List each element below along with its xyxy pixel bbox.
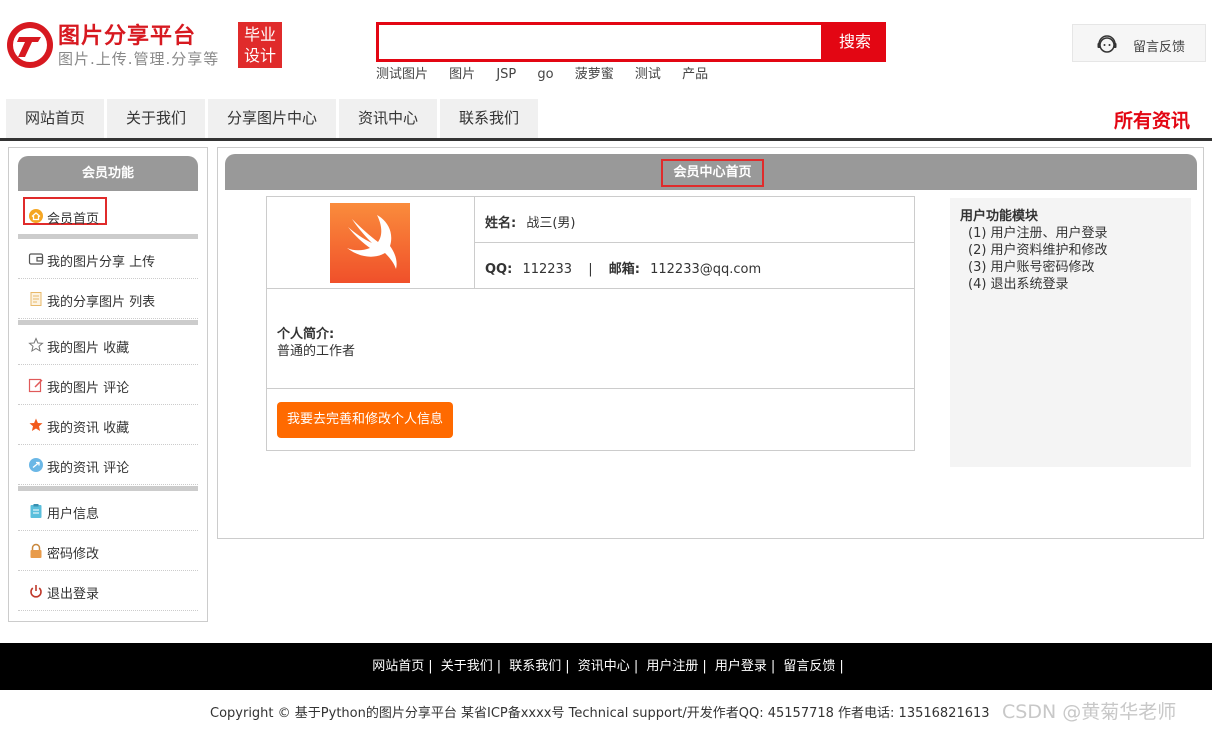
qq-label: QQ: bbox=[485, 262, 513, 277]
edit-icon bbox=[28, 378, 43, 393]
avatar bbox=[330, 203, 410, 283]
member-sidebar: 会员功能 会员首页 我的图片分享 上传 我的分享图片 列表 我的图片 收藏 我的… bbox=[8, 147, 208, 622]
sidebar-item-news-favorites[interactable]: 我的资讯 收藏 bbox=[18, 405, 198, 445]
all-news-link[interactable]: 所有资讯 bbox=[1114, 106, 1190, 133]
hot-word-link[interactable]: 菠萝蜜 bbox=[575, 67, 614, 82]
chat-icon bbox=[29, 458, 43, 472]
search-box bbox=[376, 22, 824, 62]
sidebar-item-image-list[interactable]: 我的分享图片 列表 bbox=[18, 279, 198, 319]
sidebar-item-label: 我的图片 收藏 bbox=[47, 341, 130, 356]
power-icon bbox=[30, 585, 42, 598]
module-item: (2) 用户资料维护和修改 bbox=[968, 243, 1108, 258]
panel-title: 会员中心首页 bbox=[661, 159, 764, 187]
sidebar-title: 会员功能 bbox=[18, 156, 198, 191]
badge-line-2: 设计 bbox=[243, 46, 276, 65]
sidebar-item-label: 密码修改 bbox=[47, 547, 100, 562]
intro-value: 普通的工作者 bbox=[277, 344, 356, 359]
hot-word-link[interactable]: JSP bbox=[496, 67, 516, 82]
hot-word-link[interactable]: 产品 bbox=[682, 67, 708, 82]
sidebar-item-logout[interactable]: 退出登录 bbox=[18, 571, 198, 611]
hot-word-link[interactable]: 测试 bbox=[635, 67, 661, 82]
card-divider bbox=[474, 242, 915, 243]
edit-profile-button[interactable]: 我要去完善和修改个人信息 bbox=[277, 402, 453, 438]
feedback-label: 留言反馈 bbox=[1133, 40, 1186, 55]
profile-card: 姓名: 战三(男) QQ: 112233 | 邮箱: 112233@qq.com… bbox=[266, 196, 915, 451]
modules-title: 用户功能模块 bbox=[960, 209, 1039, 224]
footer-link-feedback[interactable]: 留言反馈 bbox=[783, 659, 835, 674]
sidebar-item-label: 退出登录 bbox=[47, 587, 100, 602]
search-button[interactable]: 搜索 bbox=[824, 22, 886, 62]
logo-icon bbox=[7, 22, 53, 68]
sidebar-item-label: 我的图片 评论 bbox=[47, 381, 130, 396]
footer-nav: 网站首页 | 关于我们 | 联系我们 | 资讯中心 | 用户注册 | 用户登录 | 留言反馈… bbox=[0, 643, 1212, 690]
card-divider bbox=[267, 388, 915, 389]
document-icon bbox=[30, 292, 42, 306]
support-agent-icon bbox=[1097, 35, 1117, 53]
email-label: 邮箱: bbox=[608, 262, 640, 277]
sidebar-item-label: 我的分享图片 列表 bbox=[47, 295, 156, 310]
separator: | bbox=[588, 262, 593, 277]
nav-item-contact[interactable]: 联系我们 bbox=[440, 99, 538, 138]
star-filled-icon bbox=[29, 418, 43, 431]
member-center-panel: 会员中心首页 姓名: 战三(男) QQ: 112233 | 邮箱: 112233… bbox=[217, 147, 1204, 539]
sidebar-item-label: 用户信息 bbox=[47, 507, 100, 522]
sidebar-item-label: 我的资讯 评论 bbox=[47, 461, 130, 476]
sidebar-item-label: 我的资讯 收藏 bbox=[47, 421, 130, 436]
contact-row: QQ: 112233 | 邮箱: 112233@qq.com bbox=[485, 258, 761, 277]
footer-link-home[interactable]: 网站首页 bbox=[372, 659, 424, 674]
module-item: (4) 退出系统登录 bbox=[968, 277, 1069, 292]
qq-value: 112233 bbox=[522, 262, 573, 277]
nav-item-about[interactable]: 关于我们 bbox=[107, 99, 205, 138]
module-item: (3) 用户账号密码修改 bbox=[968, 260, 1095, 275]
sidebar-item-user-info[interactable]: 用户信息 bbox=[18, 491, 198, 531]
search-input[interactable] bbox=[379, 25, 821, 59]
email-value: 112233@qq.com bbox=[650, 262, 762, 277]
sidebar-item-news-comments[interactable]: 我的资讯 评论 bbox=[18, 445, 198, 485]
hot-word-link[interactable]: 测试图片 bbox=[376, 67, 428, 82]
sidebar-item-image-upload[interactable]: 我的图片分享 上传 bbox=[18, 239, 198, 279]
nav-item-news[interactable]: 资讯中心 bbox=[339, 99, 437, 138]
panel-header: 会员中心首页 bbox=[225, 154, 1197, 190]
copyright-text: Copyright © 基于Python的图片分享平台 某省ICP备xxxx号 … bbox=[210, 706, 990, 721]
footer-link-register[interactable]: 用户注册 bbox=[646, 659, 698, 674]
sidebar-item-label: 我的图片分享 上传 bbox=[47, 255, 156, 270]
home-icon bbox=[29, 209, 43, 223]
footer-link-contact[interactable]: 联系我们 bbox=[509, 659, 561, 674]
name-value: 战三(男) bbox=[526, 216, 576, 231]
sidebar-item-image-comments[interactable]: 我的图片 评论 bbox=[18, 365, 198, 405]
sidebar-item-member-home[interactable]: 会员首页 bbox=[18, 196, 198, 236]
name-label: 姓名: bbox=[485, 216, 517, 231]
sidebar-item-label: 会员首页 bbox=[47, 212, 100, 227]
module-item: (1) 用户注册、用户登录 bbox=[968, 226, 1108, 241]
hot-word-link[interactable]: 图片 bbox=[449, 67, 475, 82]
sidebar-item-image-favorites[interactable]: 我的图片 收藏 bbox=[18, 325, 198, 365]
star-outline-icon bbox=[28, 337, 44, 353]
graduation-badge: 毕业 设计 bbox=[238, 22, 282, 68]
wallet-icon bbox=[28, 253, 44, 265]
sidebar-item-password[interactable]: 密码修改 bbox=[18, 531, 198, 571]
hot-words: 测试图片 图片 JSP go 菠萝蜜 测试 产品 bbox=[376, 63, 725, 82]
function-modules-box: 用户功能模块 (1) 用户注册、用户登录 (2) 用户资料维护和修改 (3) 用… bbox=[950, 198, 1191, 467]
card-divider bbox=[267, 288, 915, 289]
footer-link-news[interactable]: 资讯中心 bbox=[578, 659, 630, 674]
nav-item-home[interactable]: 网站首页 bbox=[6, 99, 104, 138]
badge-line-1: 毕业 bbox=[243, 25, 276, 44]
nav-divider bbox=[0, 138, 1212, 141]
watermark: CSDN @黄菊华老师 bbox=[1002, 701, 1177, 723]
nav-item-image-center[interactable]: 分享图片中心 bbox=[208, 99, 336, 138]
clipboard-icon bbox=[30, 504, 42, 518]
main-nav: 网站首页 关于我们 分享图片中心 资讯中心 联系我们 bbox=[6, 99, 538, 138]
hot-word-link[interactable]: go bbox=[537, 67, 553, 82]
name-row: 姓名: 战三(男) bbox=[485, 212, 576, 231]
feedback-button[interactable]: 留言反馈 bbox=[1072, 24, 1206, 62]
footer-link-login[interactable]: 用户登录 bbox=[715, 659, 767, 674]
brand-title: 图片分享平台 bbox=[58, 24, 197, 49]
lock-icon bbox=[30, 543, 42, 558]
footer-link-about[interactable]: 关于我们 bbox=[441, 659, 493, 674]
brand-subtitle: 图片.上传.管理.分享等 bbox=[58, 50, 220, 68]
